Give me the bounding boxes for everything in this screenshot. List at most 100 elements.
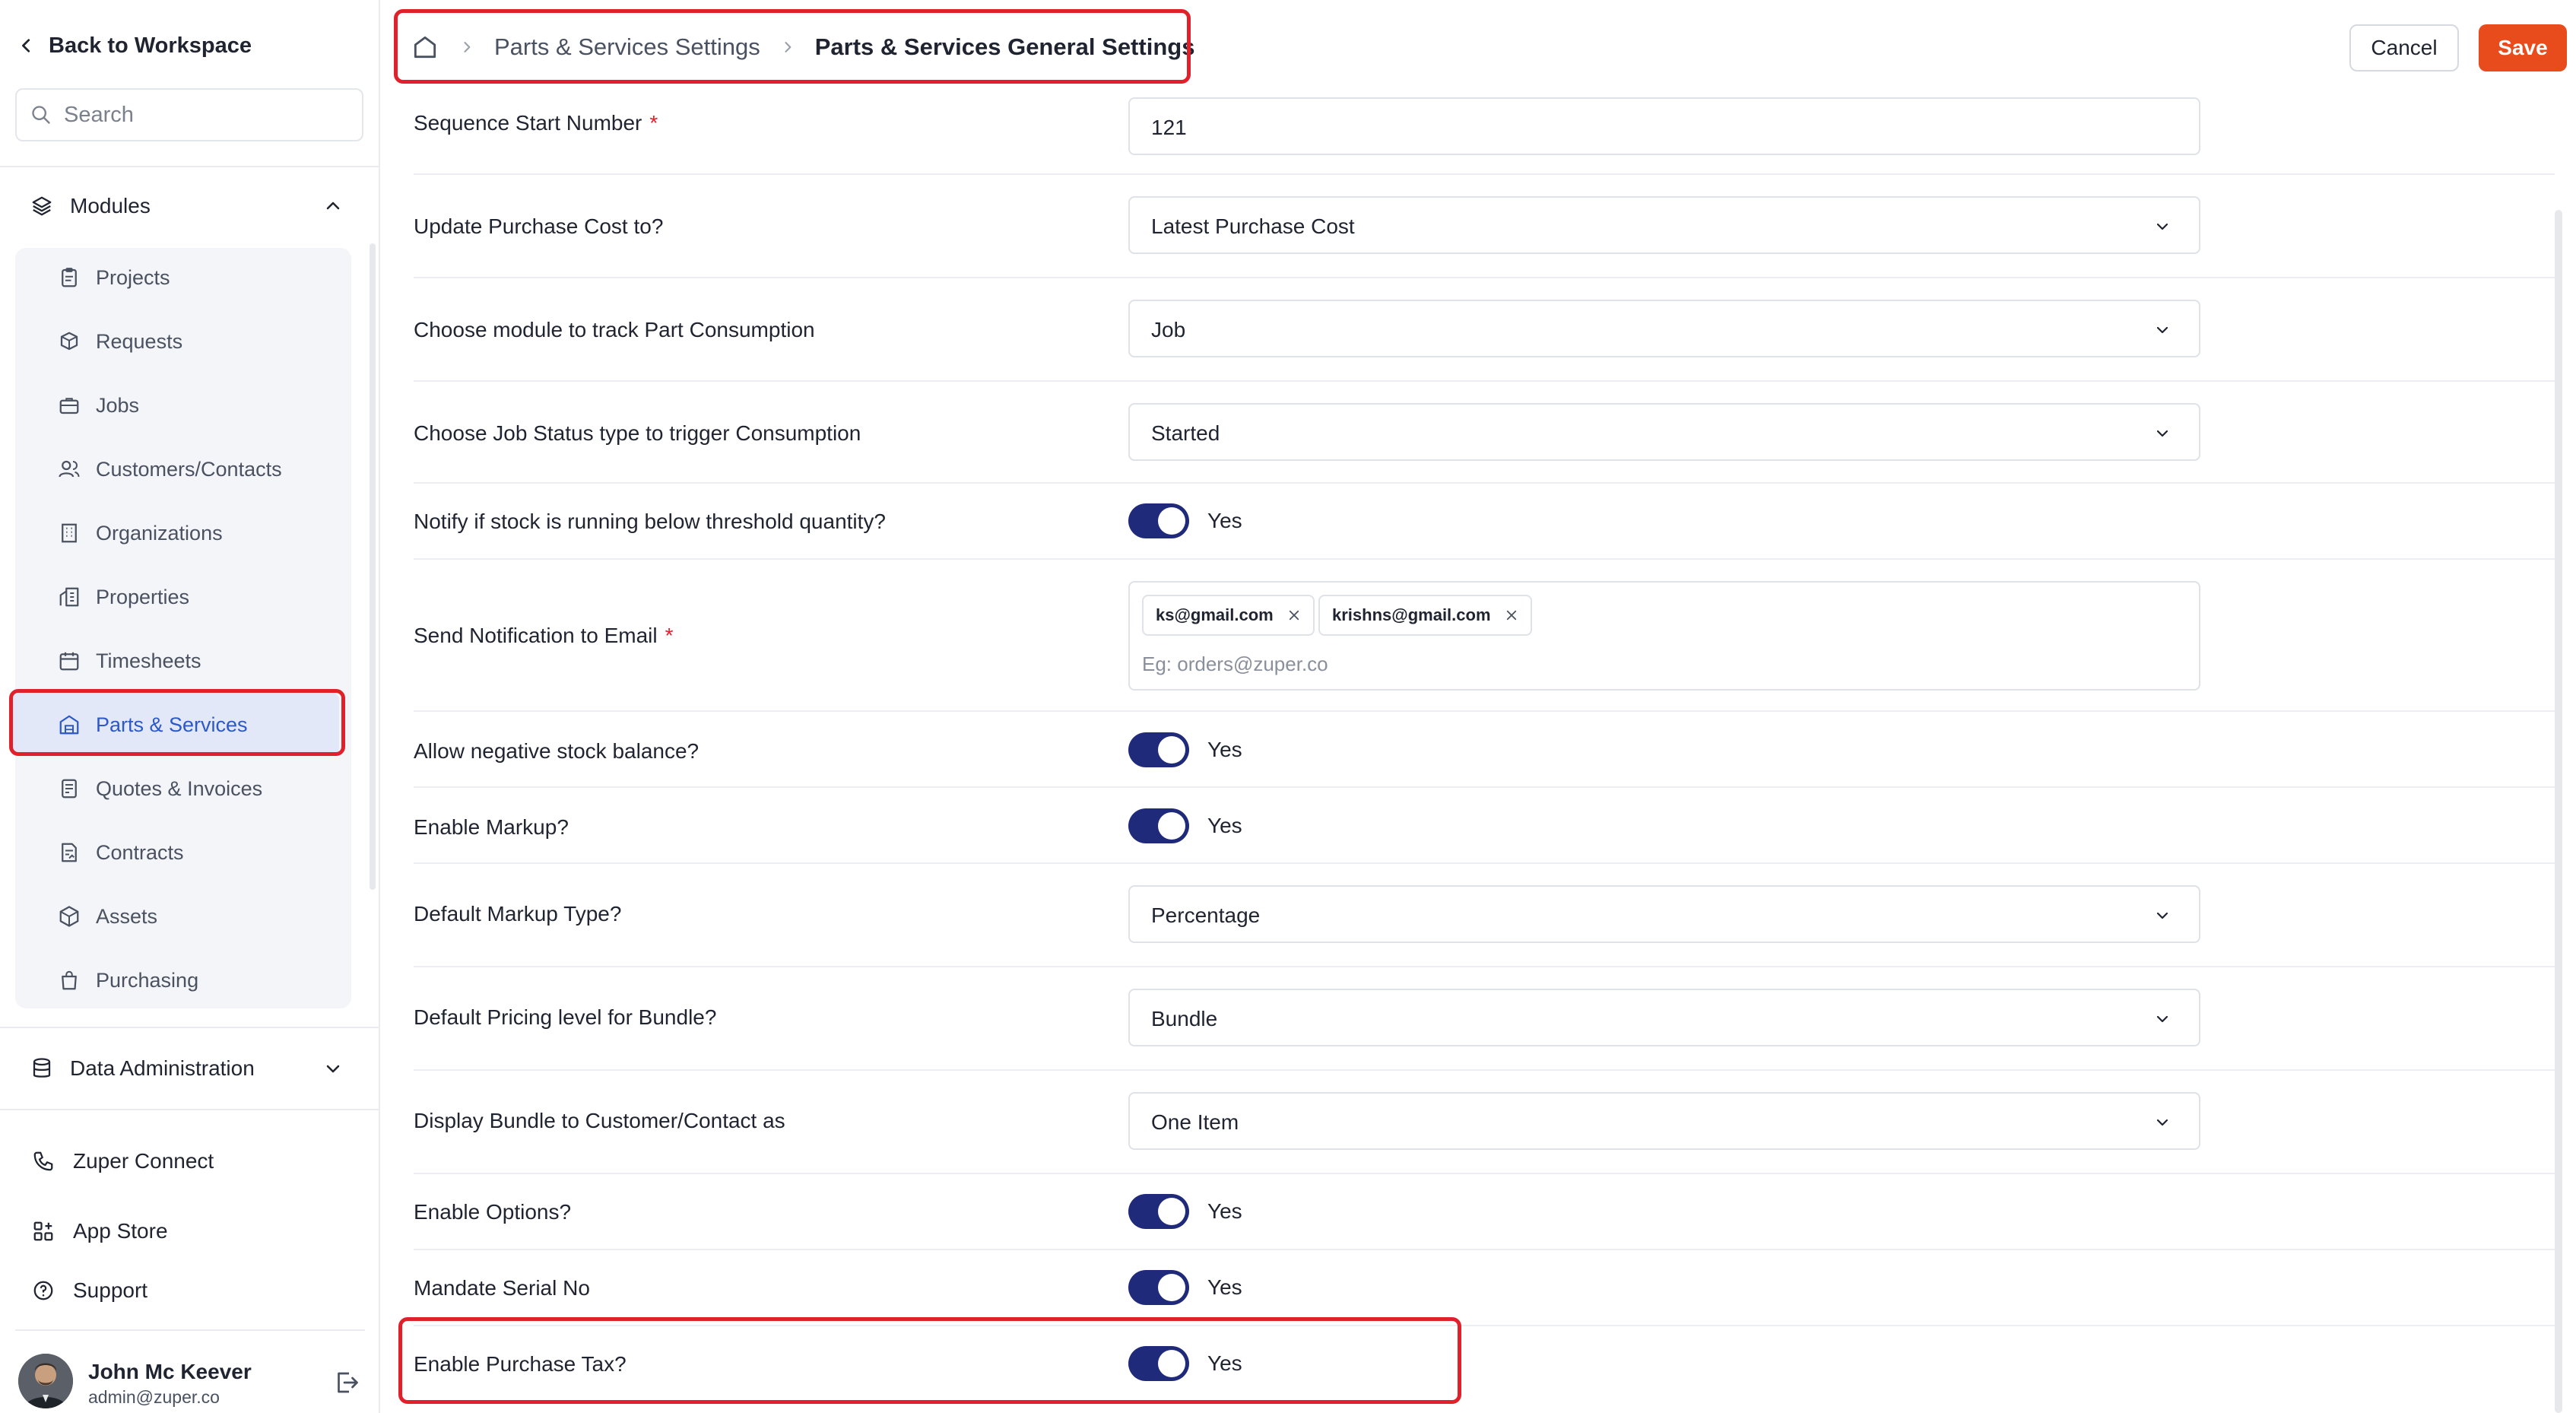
row-enable-options: Enable Options? Yes (414, 1174, 2555, 1250)
field-label: Enable Markup? (414, 815, 569, 839)
avatar[interactable] (18, 1354, 73, 1408)
modules-section-toggle[interactable]: Modules (30, 187, 342, 225)
bundle-pricing-select[interactable]: Bundle (1128, 989, 2200, 1046)
enable-options-toggle[interactable] (1128, 1194, 1189, 1229)
row-display-bundle: Display Bundle to Customer/Contact as On… (414, 1071, 2555, 1174)
update-purchase-cost-select[interactable]: Latest Purchase Cost (1128, 196, 2200, 254)
app-store-label: App Store (73, 1219, 168, 1243)
job-status-select[interactable]: Started (1128, 403, 2200, 461)
toggle-knob (1158, 812, 1185, 840)
module-item-customers-contacts[interactable]: Customers/Contacts (58, 450, 282, 488)
track-module-select[interactable]: Job (1128, 300, 2200, 357)
mandate-serial-toggle[interactable] (1128, 1270, 1189, 1305)
field-label: Allow negative stock balance? (414, 739, 700, 763)
toggle-group: Yes (1128, 1270, 1242, 1305)
search-box[interactable] (15, 88, 363, 141)
chevron-down-icon (2156, 430, 2168, 437)
notification-email-field[interactable]: ks@gmail.com krishns@gmail.com (1128, 581, 2200, 691)
field-label: Default Pricing level for Bundle? (414, 1005, 717, 1029)
row-mandate-serial: Mandate Serial No Yes (414, 1250, 2555, 1326)
data-administration-toggle[interactable]: Data Administration (30, 1049, 342, 1088)
logout-icon[interactable] (333, 1369, 360, 1396)
row-notification-email: Send Notification to Email * ks@gmail.com… (414, 560, 2555, 712)
support-link[interactable]: Support (32, 1272, 148, 1310)
toggle-state-label: Yes (1207, 1199, 1242, 1223)
zuper-connect-label: Zuper Connect (73, 1149, 214, 1173)
toggle-group: Yes (1128, 1194, 1242, 1229)
chevron-left-icon (22, 39, 30, 52)
module-item-purchasing[interactable]: Purchasing (58, 961, 198, 999)
email-chip: ks@gmail.com (1142, 595, 1315, 636)
selected-value: Bundle (1151, 1007, 1218, 1030)
module-item-assets[interactable]: Assets (58, 897, 157, 935)
email-input[interactable] (1142, 653, 2130, 676)
main-scrollbar[interactable] (2555, 210, 2562, 1413)
module-label: Quotes & Invoices (96, 776, 263, 800)
required-marker: * (649, 111, 658, 135)
module-item-jobs[interactable]: Jobs (58, 386, 139, 424)
module-label: Assets (96, 904, 158, 928)
module-label: Timesheets (96, 649, 201, 672)
modules-label: Modules (70, 194, 151, 218)
shopping-bag-icon (62, 970, 77, 990)
apps-grid-icon (33, 1221, 53, 1241)
contract-icon (62, 843, 77, 862)
field-label: Display Bundle to Customer/Contact as (414, 1109, 785, 1132)
module-item-properties[interactable]: Properties (58, 578, 189, 616)
chip-label: ks@gmail.com (1156, 605, 1274, 624)
module-item-quotes-invoices[interactable]: Quotes & Invoices (58, 770, 262, 808)
toggle-group: Yes (1128, 732, 1242, 767)
annotation-highlight-parts-services (9, 689, 345, 756)
toggle-state-label: Yes (1207, 509, 1242, 532)
module-item-organizations[interactable]: Organizations (58, 514, 223, 552)
sequence-start-input[interactable] (1151, 116, 2140, 140)
module-label: Customers/Contacts (96, 457, 282, 481)
toggle-state-label: Yes (1207, 814, 1242, 837)
help-circle-icon (33, 1281, 53, 1300)
module-label: Requests (96, 329, 183, 353)
negative-stock-toggle[interactable] (1128, 732, 1189, 767)
close-icon[interactable] (1505, 608, 1518, 622)
cancel-button[interactable]: Cancel (2349, 24, 2459, 71)
field-label: Default Markup Type? (414, 902, 622, 926)
enable-markup-toggle[interactable] (1128, 808, 1189, 843)
sidebar-scrollbar[interactable] (370, 243, 376, 890)
zuper-connect-link[interactable]: Zuper Connect (32, 1142, 214, 1180)
invoice-icon (62, 779, 77, 799)
chevron-down-icon (2156, 326, 2168, 334)
user-profile: John Mc Keever admin@zuper.co (18, 1354, 365, 1410)
notify-threshold-toggle[interactable] (1128, 503, 1189, 538)
module-label: Purchasing (96, 968, 199, 992)
app-store-link[interactable]: App Store (32, 1212, 168, 1250)
toggle-knob (1158, 1198, 1185, 1225)
field-label: Mandate Serial No (414, 1276, 590, 1300)
field-label: Notify if stock is running below thresho… (414, 510, 886, 533)
annotation-highlight-purchase-tax (398, 1317, 1461, 1404)
module-item-projects[interactable]: Projects (58, 259, 170, 297)
support-label: Support (73, 1278, 148, 1302)
chevron-down-icon (326, 1065, 340, 1073)
data-administration-label: Data Administration (70, 1056, 255, 1080)
markup-type-select[interactable]: Percentage (1128, 885, 2200, 943)
save-button[interactable]: Save (2479, 24, 2567, 71)
toggle-state-label: Yes (1207, 1275, 1242, 1299)
module-item-timesheets[interactable]: Timesheets (58, 642, 201, 680)
selected-value: Job (1151, 318, 1186, 341)
toggle-group: Yes (1128, 503, 1242, 538)
layers-icon (32, 196, 52, 216)
search-icon (32, 106, 50, 124)
search-input[interactable] (64, 102, 353, 128)
field-label: Enable Options? (414, 1200, 572, 1224)
briefcase-icon (59, 398, 79, 414)
chevron-down-icon (2156, 1119, 2168, 1126)
selected-value: Started (1151, 421, 1220, 445)
module-item-requests[interactable]: Requests (58, 322, 182, 360)
display-bundle-select[interactable]: One Item (1128, 1092, 2200, 1150)
sidebar-divider (0, 166, 380, 167)
close-icon[interactable] (1287, 608, 1301, 622)
sequence-start-field[interactable] (1128, 97, 2200, 155)
back-to-workspace-link[interactable]: Back to Workspace (18, 29, 252, 62)
module-item-contracts[interactable]: Contracts (58, 834, 184, 872)
module-label: Properties (96, 585, 190, 608)
field-label: Choose module to track Part Consumption (414, 318, 815, 341)
